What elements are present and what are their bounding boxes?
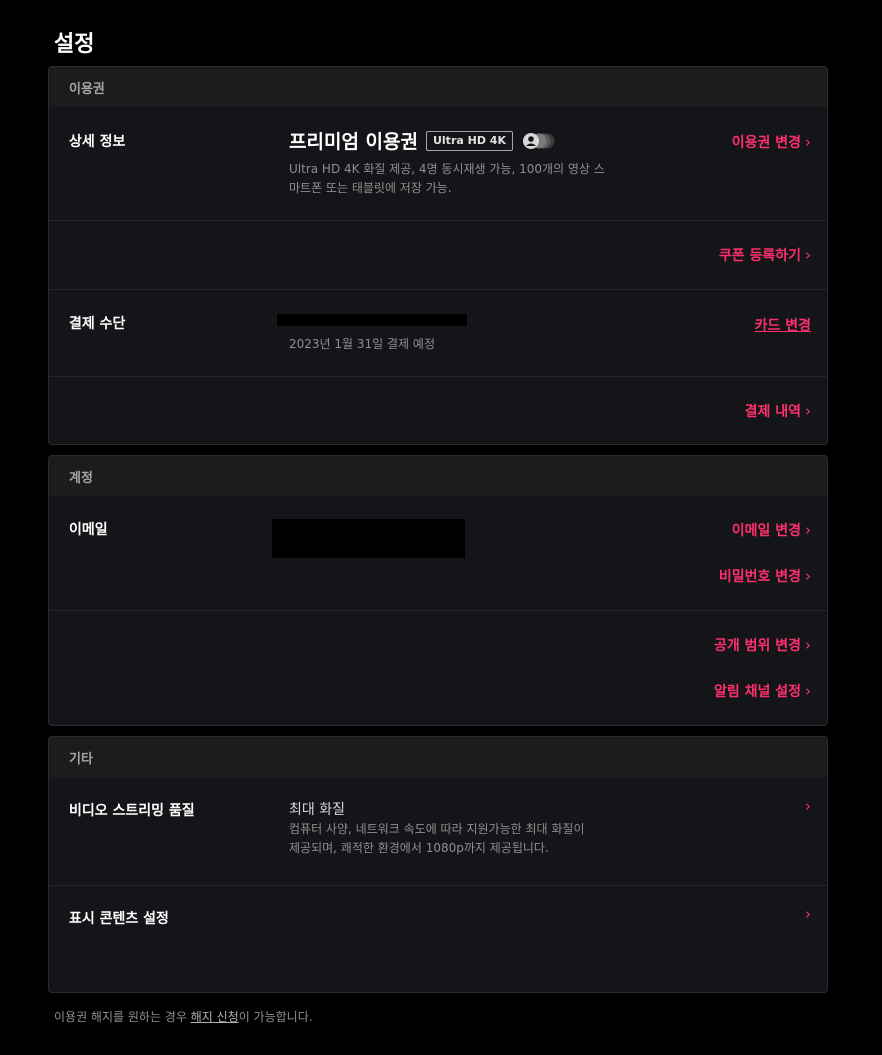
account-header: 계정 <box>49 456 827 496</box>
chevron-right-icon: › <box>805 636 811 654</box>
chevron-right-icon[interactable]: › <box>805 905 811 923</box>
change-card-label: 카드 변경 <box>754 318 811 334</box>
quality-description: 컴퓨터 사양, 네트워크 속도에 따라 지원가능한 최대 화질이 제공되며, 쾌… <box>289 820 584 858</box>
quality-row[interactable]: 비디오 스트리밍 품질 최대 화질 컴퓨터 사양, 네트워크 속도에 따라 지원… <box>49 777 827 885</box>
change-privacy-label: 공개 범위 변경 <box>713 638 801 654</box>
other-panel: 기타 비디오 스트리밍 품질 최대 화질 컴퓨터 사양, 네트워크 속도에 따라… <box>48 736 828 993</box>
plan-detail-row: 상세 정보 프리미엄 이용권 Ultra HD 4K Ultra HD 4K 화… <box>49 107 827 220</box>
change-password-label: 비밀번호 변경 <box>718 569 801 585</box>
redacted-card-info <box>277 314 467 326</box>
payment-history-row: 결제 내역 › <box>49 376 827 444</box>
account-panel: 계정 이메일 이메일 변경 › 비밀번호 변경 › 공개 범위 변경 › 알림 … <box>48 455 828 726</box>
privacy-row: 공개 범위 변경 › 알림 채널 설정 › <box>49 610 827 725</box>
payment-row: 결제 수단 2023년 1월 31일 결제 예정 카드 변경 <box>49 289 827 376</box>
profile-screens-icon <box>521 131 557 151</box>
coupon-link[interactable]: 쿠폰 등록하기 › <box>719 245 811 265</box>
payment-date: 2023년 1월 31일 결제 예정 <box>289 337 435 351</box>
plan-name: 프리미엄 이용권 Ultra HD 4K <box>289 127 557 154</box>
quality-desc-line2: 제공되며, 쾌적한 환경에서 1080p까지 제공됩니다. <box>289 841 549 855</box>
page-title: 설정 <box>54 32 95 57</box>
payment-history-link[interactable]: 결제 내역 › <box>745 401 811 421</box>
change-card-link[interactable]: 카드 변경 <box>755 315 811 335</box>
chevron-right-icon: › <box>805 402 811 420</box>
coupon-label: 쿠폰 등록하기 <box>718 248 801 264</box>
plan-title: 프리미엄 이용권 <box>289 131 418 153</box>
plan-desc-line1: Ultra HD 4K 화질 제공, 4명 동시재생 가능, 100개의 영상 … <box>289 162 605 176</box>
chevron-right-icon: › <box>805 567 811 585</box>
cancel-notice-prefix: 이용권 해지를 원하는 경우 <box>54 1010 191 1024</box>
redacted-email <box>272 519 465 558</box>
email-row: 이메일 이메일 변경 › 비밀번호 변경 › <box>49 496 827 610</box>
change-plan-link[interactable]: 이용권 변경 › <box>732 132 811 152</box>
chevron-right-icon[interactable]: › <box>805 797 811 815</box>
quality-value: 최대 화질 <box>289 802 345 818</box>
email-label: 이메일 <box>69 522 108 538</box>
coupon-row: 쿠폰 등록하기 › <box>49 220 827 289</box>
membership-header: 이용권 <box>49 67 827 107</box>
plan-desc-line2: 마트폰 또는 태블릿에 저장 가능. <box>289 181 452 195</box>
change-plan-label: 이용권 변경 <box>731 135 801 151</box>
payment-history-label: 결제 내역 <box>744 404 801 420</box>
other-header: 기타 <box>49 737 827 777</box>
cancel-subscription-link[interactable]: 해지 신청 <box>191 1010 239 1024</box>
cancel-notice-suffix: 이 가능합니다. <box>238 1010 313 1024</box>
membership-panel: 이용권 상세 정보 프리미엄 이용권 Ultra HD 4K Ultra HD … <box>48 66 828 445</box>
payment-label: 결제 수단 <box>69 316 126 332</box>
detail-label: 상세 정보 <box>69 134 126 150</box>
change-password-link[interactable]: 비밀번호 변경 › <box>719 566 811 586</box>
display-content-row[interactable]: 표시 콘텐츠 설정 › <box>49 885 827 992</box>
display-content-label: 표시 콘텐츠 설정 <box>69 911 169 927</box>
change-email-label: 이메일 변경 <box>731 523 801 539</box>
notification-settings-link[interactable]: 알림 채널 설정 › <box>714 681 811 701</box>
chevron-right-icon: › <box>805 133 811 151</box>
notification-settings-label: 알림 채널 설정 <box>713 684 801 700</box>
quality-desc-line1: 컴퓨터 사양, 네트워크 속도에 따라 지원가능한 최대 화질이 <box>289 822 585 836</box>
chevron-right-icon: › <box>805 682 811 700</box>
change-email-link[interactable]: 이메일 변경 › <box>732 520 811 540</box>
chevron-right-icon: › <box>805 521 811 539</box>
cancel-notice: 이용권 해지를 원하는 경우 해지 신청이 가능합니다. <box>54 1008 313 1025</box>
quality-label: 비디오 스트리밍 품질 <box>69 803 195 819</box>
chevron-right-icon: › <box>805 246 811 264</box>
plan-description: Ultra HD 4K 화질 제공, 4명 동시재생 가능, 100개의 영상 … <box>289 160 605 198</box>
uhd-badge: Ultra HD 4K <box>425 130 513 151</box>
change-privacy-link[interactable]: 공개 범위 변경 › <box>714 635 811 655</box>
